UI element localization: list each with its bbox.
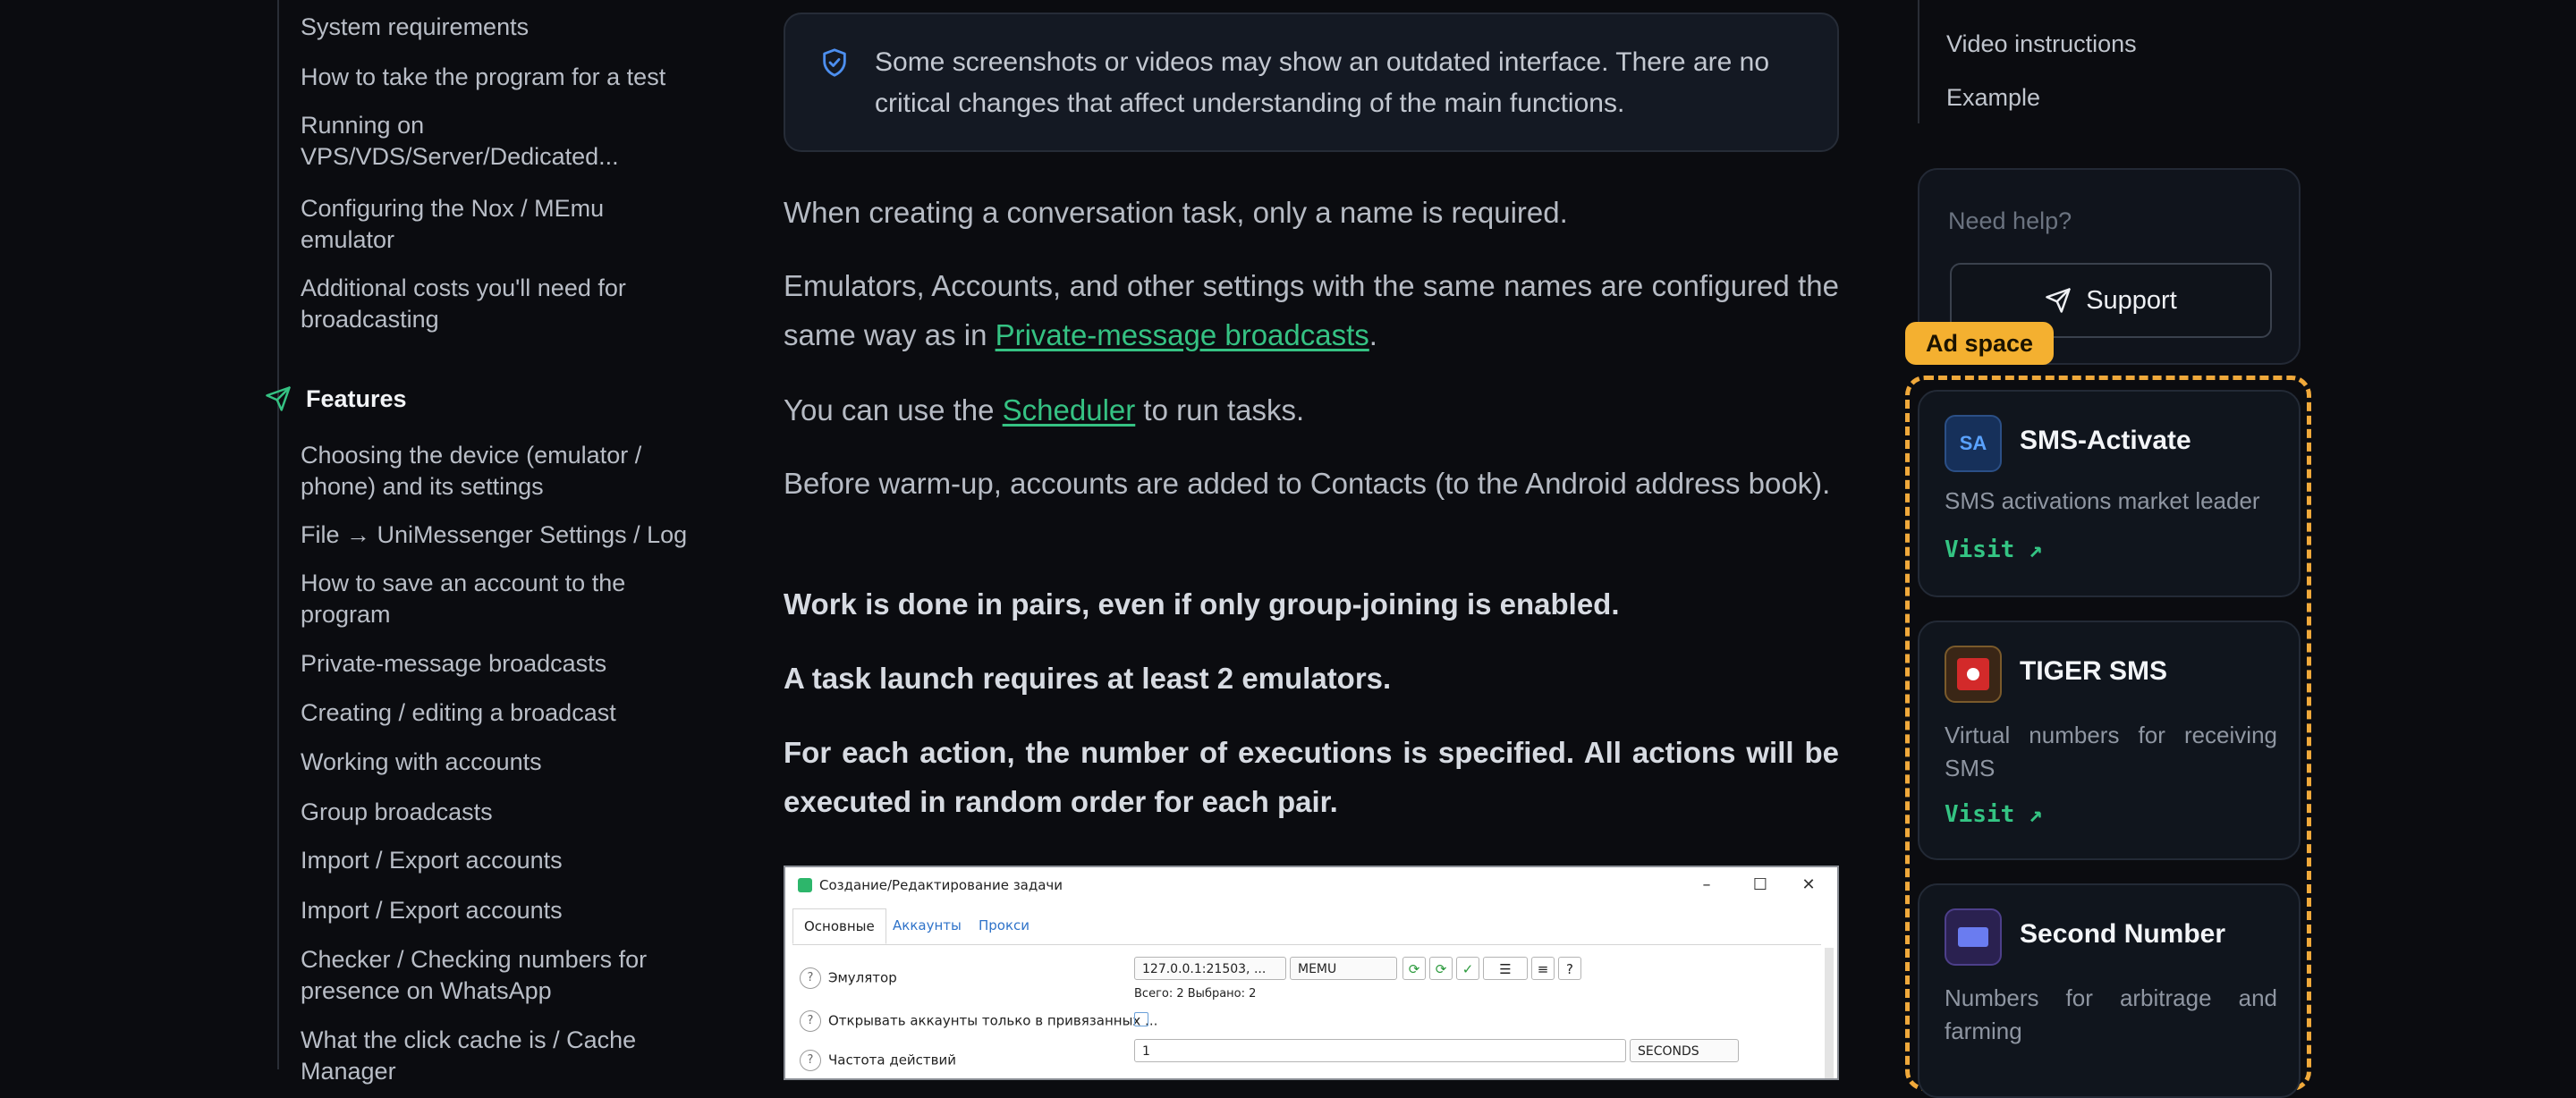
close-icon: ✕ (1801, 875, 1816, 894)
screenshot-scrollbar (1825, 948, 1834, 1078)
ad-description-text: Virtual numbers for receiving SMS (1945, 722, 2277, 781)
app-icon (798, 878, 812, 892)
paragraph-work-pairs: Work is done in pairs, even if only grou… (784, 587, 1620, 621)
ad-card-sms-activate[interactable]: SA SMS-Activate SMS activations market l… (1918, 390, 2301, 597)
sidebar-item-configure-emulator[interactable]: Configuring the Nox / MEmu emulator (301, 193, 623, 256)
ad-name: Second Number (2020, 919, 2226, 949)
sidebar-item-import-export-1[interactable]: Import / Export accounts (301, 845, 694, 876)
screenshot-tabs: Основные Аккаунты Прокси (792, 908, 1821, 945)
ad-card-second-number[interactable]: Second Number Numbers for arbitrage and … (1918, 883, 2301, 1098)
ad-card-tiger-sms[interactable]: TIGER SMS Virtual numbers for receiving … (1918, 621, 2301, 860)
emulator-select: 127.0.0.1:21503, ... (1134, 957, 1286, 980)
note-text: Some screenshots or videos may show an o… (875, 47, 1770, 118)
ad-space-badge: Ad space (1905, 322, 2054, 365)
sidebar-item-create-broadcast[interactable]: Creating / editing a broadcast (301, 697, 694, 729)
paragraph-same-settings: Emulators, Accounts, and other settings … (784, 261, 1839, 359)
refresh-icon: ⟳ (1402, 957, 1426, 980)
sidebar-item-choosing-device[interactable]: Choosing the device (emulator / phone) a… (301, 440, 676, 503)
screenshot-tab-proxy: Прокси (979, 917, 1030, 933)
sidebar-item-checker[interactable]: Checker / Checking numbers for presence … (301, 944, 676, 1007)
ad-visit-link[interactable]: Visit ↗ (1945, 801, 2043, 828)
help-icon: ? (1558, 957, 1581, 980)
sidebar-rail (277, 0, 279, 1069)
sidebar-item-additional-costs[interactable]: Additional costs you'll need for broadca… (301, 273, 658, 335)
outdated-interface-note: Some screenshots or videos may show an o… (784, 13, 1839, 152)
screenshot-titlebar: Создание/Редактирование задачи – ☐ ✕ (785, 867, 1837, 903)
sidebar-item-group-broadcasts[interactable]: Group broadcasts (301, 797, 694, 828)
sms-activate-logo: SA (1945, 415, 2002, 472)
sliders-icon: ≡ (1531, 957, 1555, 980)
sim-card-icon (1958, 927, 1988, 947)
emulator-counts: Всего: 2 Выбрано: 2 (1134, 987, 1257, 1001)
emulator-label: Эмулятор (828, 969, 897, 986)
send-icon (266, 386, 291, 411)
ad-description: SMS activations market leader (1945, 487, 2260, 514)
paragraph-scheduler: You can use the Scheduler to run tasks. (784, 385, 1839, 435)
frequency-row: ? Частота действий (800, 1050, 956, 1071)
ad-name: TIGER SMS (2020, 656, 2168, 686)
help-title: Need help? (1948, 207, 2072, 234)
check-icon: ✓ (1456, 957, 1479, 980)
screenshot-window-title: Создание/Редактирование задачи (819, 877, 1063, 893)
shield-check-icon (823, 48, 846, 77)
second-number-logo (1945, 908, 2002, 966)
sidebar-item-private-broadcasts[interactable]: Private-message broadcasts (301, 648, 694, 680)
paragraph-executions: For each action, the number of execution… (784, 736, 1839, 818)
ad-description: Virtual numbers for receiving SMS (1945, 719, 2277, 785)
frequency-label: Частота действий (828, 1052, 957, 1068)
support-button-label: Support (2086, 285, 2177, 315)
help-icon: ? (800, 967, 821, 989)
sidebar-item-save-account[interactable]: How to save an account to the program (301, 568, 658, 630)
help-icon: ? (800, 1010, 821, 1032)
frequency-unit-select: SECONDS (1630, 1039, 1739, 1062)
emulator-row: ? Эмулятор (800, 967, 897, 989)
refresh-icon: ⟳ (1429, 957, 1453, 980)
sidebar-item-working-accounts[interactable]: Working with accounts (301, 747, 694, 778)
paragraph-name-required: When creating a conversation task, only … (784, 196, 1568, 229)
sidebar-item-test-program[interactable]: How to take the program for a test (301, 62, 694, 93)
maximize-icon: ☐ (1752, 875, 1768, 894)
sidebar-section-features[interactable]: Features (265, 383, 407, 415)
sidebar-item-import-export-2[interactable]: Import / Export accounts (301, 895, 694, 926)
tiger-icon (1957, 658, 1989, 690)
private-broadcasts-link[interactable]: Private-message broadcasts (996, 318, 1369, 351)
sidebar-section-title: Features (306, 384, 407, 412)
frequency-input: 1 (1134, 1039, 1626, 1062)
sidebar-item-running-vps[interactable]: Running on VPS/VDS/Server/Dedicated... (301, 110, 623, 173)
sidebar-item-click-cache[interactable]: What the click cache is / Cache Manager (301, 1025, 676, 1087)
scheduler-link[interactable]: Scheduler (1003, 393, 1136, 427)
paragraph-two-emulators: A task launch requires at least 2 emulat… (784, 662, 1392, 695)
bound-accounts-row: ? Открывать аккаунты только в привязанных… (800, 1010, 1157, 1032)
bound-accounts-label: Открывать аккаунты только в привязанных … (828, 1012, 1158, 1029)
list-icon: ☰ (1483, 957, 1528, 980)
send-icon (2046, 288, 2071, 313)
task-editor-screenshot: Создание/Редактирование задачи – ☐ ✕ Осн… (784, 866, 1839, 1080)
toc-item-video-instructions[interactable]: Video instructions (1946, 29, 2137, 60)
paragraph-text: You can use the (784, 393, 1003, 427)
toc-item-example[interactable]: Example (1946, 82, 2040, 114)
help-icon: ? (800, 1050, 821, 1071)
emulator-type-select: MEMU (1290, 957, 1397, 980)
ad-description: Numbers for arbitrage and farming (1945, 984, 2277, 1044)
ad-visit-link[interactable]: Visit ↗ (1945, 536, 2043, 563)
sidebar-item-system-requirements[interactable]: System requirements (301, 12, 694, 43)
minimize-icon: – (1702, 875, 1711, 894)
screenshot-tab-accounts: Аккаунты (893, 917, 962, 933)
paragraph-warmup-contacts: Before warm-up, accounts are added to Co… (784, 467, 1831, 500)
sidebar-item-settings-log[interactable]: File → UniMessenger Settings / Log (301, 519, 694, 551)
tiger-sms-logo (1945, 646, 2002, 703)
toc-rail (1918, 0, 1919, 123)
paragraph-text: . (1368, 318, 1377, 351)
screenshot-tab-main: Основные (792, 908, 886, 944)
ad-name: SMS-Activate (2020, 426, 2191, 455)
bound-accounts-checkbox (1134, 1012, 1148, 1026)
paragraph-text: to run tasks. (1135, 393, 1305, 427)
